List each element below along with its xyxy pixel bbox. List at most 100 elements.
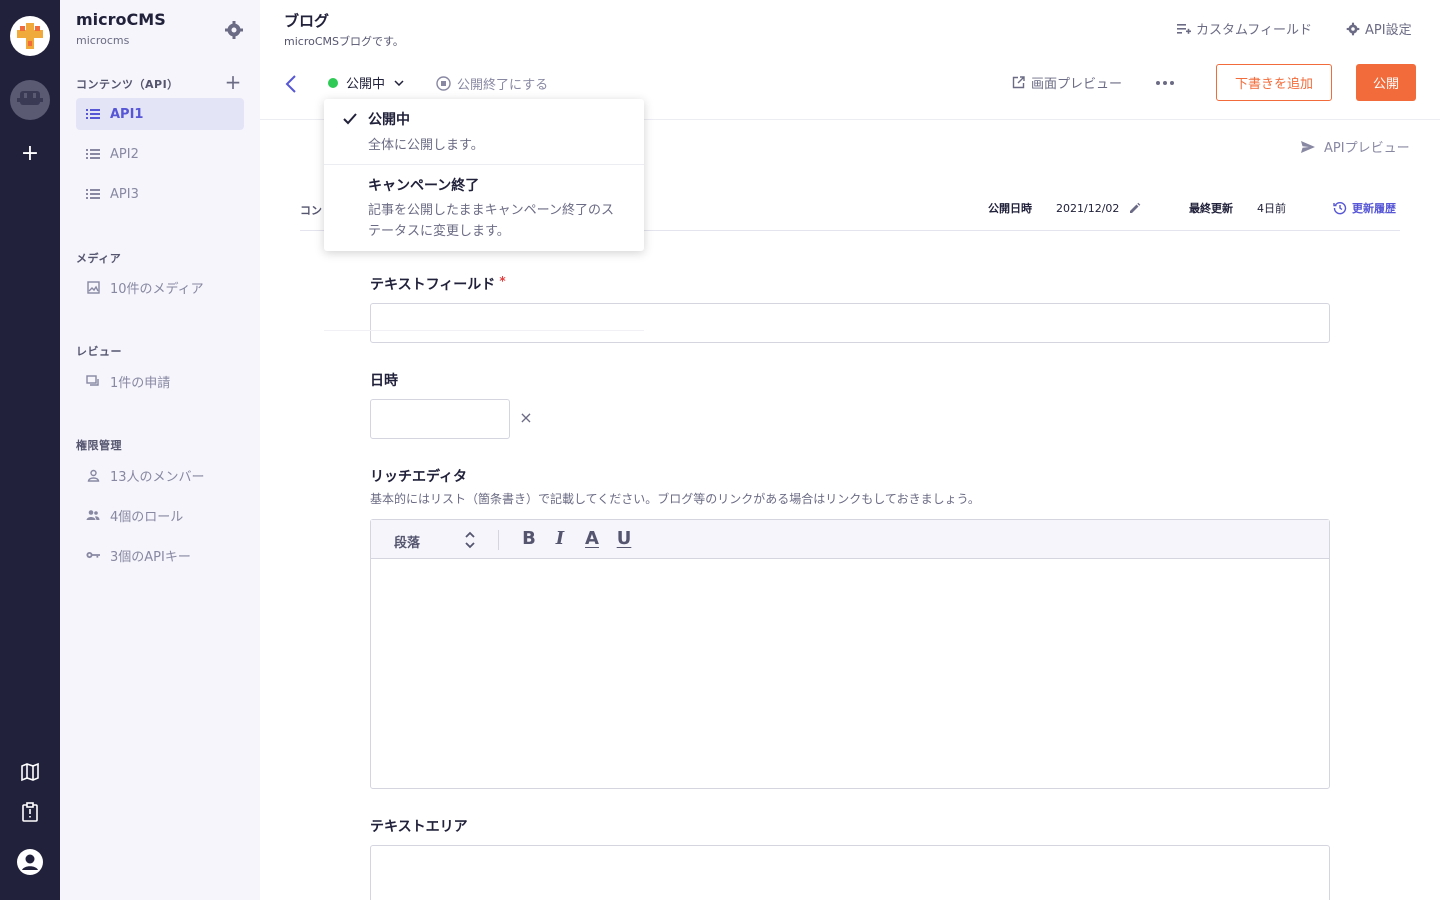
- service-id: microcms: [76, 34, 130, 47]
- sidebar-item-api2[interactable]: API2: [76, 138, 244, 170]
- history-label: 更新履歴: [1352, 202, 1396, 215]
- unpublish-label: 公開終了にする: [457, 78, 549, 93]
- external-link-icon: [1012, 76, 1025, 89]
- clipboard-alert-icon[interactable]: [18, 800, 42, 824]
- datetime-input[interactable]: [370, 399, 510, 439]
- status-option-description: 全体に公開します。: [368, 138, 484, 153]
- image-icon: [86, 280, 100, 294]
- map-icon[interactable]: [18, 760, 42, 784]
- add-api-button[interactable]: +: [224, 72, 242, 92]
- api-preview-label: APIプレビュー: [1324, 141, 1410, 156]
- global-rail: +: [0, 0, 60, 900]
- api-settings-label: API設定: [1365, 23, 1412, 38]
- group-icon: [86, 508, 100, 522]
- gear-icon: [1346, 22, 1360, 35]
- block-type-select[interactable]: 段落: [394, 532, 420, 551]
- last-updated-label: 最終更新: [1189, 202, 1233, 215]
- sidebar-item-label: API3: [110, 186, 139, 202]
- history-link[interactable]: 更新履歴: [1333, 200, 1396, 216]
- back-icon[interactable]: [282, 72, 300, 96]
- section-permissions: 権限管理: [76, 439, 122, 452]
- underline-button[interactable]: U: [613, 528, 635, 550]
- add-draft-button[interactable]: 下書きを追加: [1216, 64, 1332, 101]
- sidebar-item-label: API1: [110, 106, 144, 122]
- api-preview-button[interactable]: APIプレビュー: [1300, 137, 1410, 156]
- sidebar-item-api-keys[interactable]: 3個のAPIキー: [76, 539, 244, 571]
- rich-editor-hint: 基本的にはリスト（箇条書き）で記載してください。ブログ等のリンクがある場合はリン…: [370, 492, 980, 506]
- screen-preview-button[interactable]: 画面プレビュー: [1012, 73, 1122, 92]
- service-logo-icon[interactable]: [10, 16, 50, 56]
- custom-field-label: カスタムフィールド: [1196, 23, 1312, 38]
- content-id-label: コン: [300, 204, 322, 217]
- textarea-label: テキストエリア: [370, 819, 468, 835]
- text-color-button[interactable]: A: [581, 528, 603, 550]
- sidebar-item-label: 1件の申請: [110, 375, 171, 391]
- text-field-input[interactable]: [370, 303, 1330, 343]
- sidebar: microCMS microcms コンテンツ（API） + API1 API2…: [60, 0, 260, 900]
- toolbar-divider: [498, 530, 499, 550]
- status-dot: [328, 77, 338, 88]
- sidebar-item-label: API2: [110, 146, 139, 162]
- status-dropdown-button[interactable]: 公開中: [328, 73, 404, 92]
- chevron-down-icon: [394, 79, 404, 86]
- service-avatar-icon[interactable]: [10, 80, 50, 120]
- published-date: 公開日時 2021/12/02: [988, 200, 1141, 216]
- sidebar-item-api3[interactable]: API3: [76, 178, 244, 210]
- sidebar-item-label: 10件のメディア: [110, 281, 204, 297]
- section-review: レビュー: [76, 345, 122, 358]
- status-dropdown-menu: 公開中 全体に公開します。 キャンペーン終了 記事を公開したままキャンペーン終了…: [324, 99, 644, 251]
- list-icon: [86, 187, 100, 201]
- published-date-value: 2021/12/02: [1056, 201, 1120, 215]
- sidebar-item-label: 13人のメンバー: [110, 469, 205, 485]
- sidebar-item-roles[interactable]: 4個のロール: [76, 499, 244, 531]
- text-field-label: テキストフィールド *: [370, 274, 506, 293]
- required-mark: *: [499, 274, 506, 288]
- last-updated-value: 4日前: [1257, 202, 1286, 215]
- section-content: コンテンツ（API）: [76, 78, 179, 91]
- editor-toolbar: 段落 B I A U: [371, 520, 1329, 559]
- check-icon: [342, 111, 358, 127]
- person-icon: [86, 468, 100, 482]
- sidebar-item-review[interactable]: 1件の申請: [76, 365, 244, 397]
- list-icon: [86, 147, 100, 161]
- sidebar-item-label: 3個のAPIキー: [110, 549, 191, 565]
- page-title: ブログ: [284, 12, 330, 30]
- account-icon[interactable]: [16, 848, 44, 876]
- sidebar-item-media[interactable]: 10件のメディア: [76, 271, 244, 303]
- custom-field-link[interactable]: カスタムフィールド: [1177, 19, 1312, 38]
- chat-icon: [86, 374, 100, 388]
- bold-button[interactable]: B: [518, 528, 540, 550]
- clear-datetime-button[interactable]: ×: [518, 410, 534, 426]
- section-media: メディア: [76, 252, 122, 265]
- stop-icon: [436, 76, 451, 91]
- status-option-description: 記事を公開したままキャンペーン終了のステータスに変更します。: [368, 203, 614, 239]
- chevron-up-down-icon[interactable]: [463, 529, 477, 551]
- add-service-icon[interactable]: +: [18, 142, 42, 166]
- api-settings-link[interactable]: API設定: [1346, 19, 1412, 38]
- screen-preview-label: 画面プレビュー: [1031, 77, 1123, 92]
- send-icon: [1301, 140, 1315, 153]
- page-description: microCMSブログです。: [284, 35, 404, 48]
- dropdown-shadow-line: [324, 330, 644, 331]
- status-option-campaign-ended[interactable]: キャンペーン終了 記事を公開したままキャンペーン終了のステータスに変更します。: [324, 165, 644, 251]
- italic-button[interactable]: I: [549, 528, 571, 550]
- sidebar-item-members[interactable]: 13人のメンバー: [76, 459, 244, 491]
- status-option-title: キャンペーン終了: [368, 178, 480, 194]
- gear-icon[interactable]: [224, 20, 244, 40]
- unpublish-button[interactable]: 公開終了にする: [436, 74, 548, 93]
- published-date-label: 公開日時: [988, 202, 1032, 215]
- history-icon: [1333, 201, 1347, 215]
- rich-editor: 段落 B I A U: [370, 519, 1330, 789]
- publish-button[interactable]: 公開: [1356, 64, 1416, 101]
- app-name: microCMS: [76, 10, 166, 29]
- last-updated: 最終更新 4日前: [1189, 200, 1286, 216]
- edit-pencil-icon[interactable]: [1129, 202, 1141, 214]
- sidebar-item-api1[interactable]: API1: [76, 98, 244, 130]
- sidebar-item-label: 4個のロール: [110, 509, 184, 525]
- textarea-input[interactable]: [370, 845, 1330, 900]
- status-option-title: 公開中: [368, 112, 410, 128]
- datetime-label: 日時: [370, 373, 398, 389]
- more-options-icon[interactable]: [1154, 74, 1176, 90]
- status-option-published[interactable]: 公開中 全体に公開します。: [324, 99, 644, 164]
- list-icon: [86, 107, 100, 121]
